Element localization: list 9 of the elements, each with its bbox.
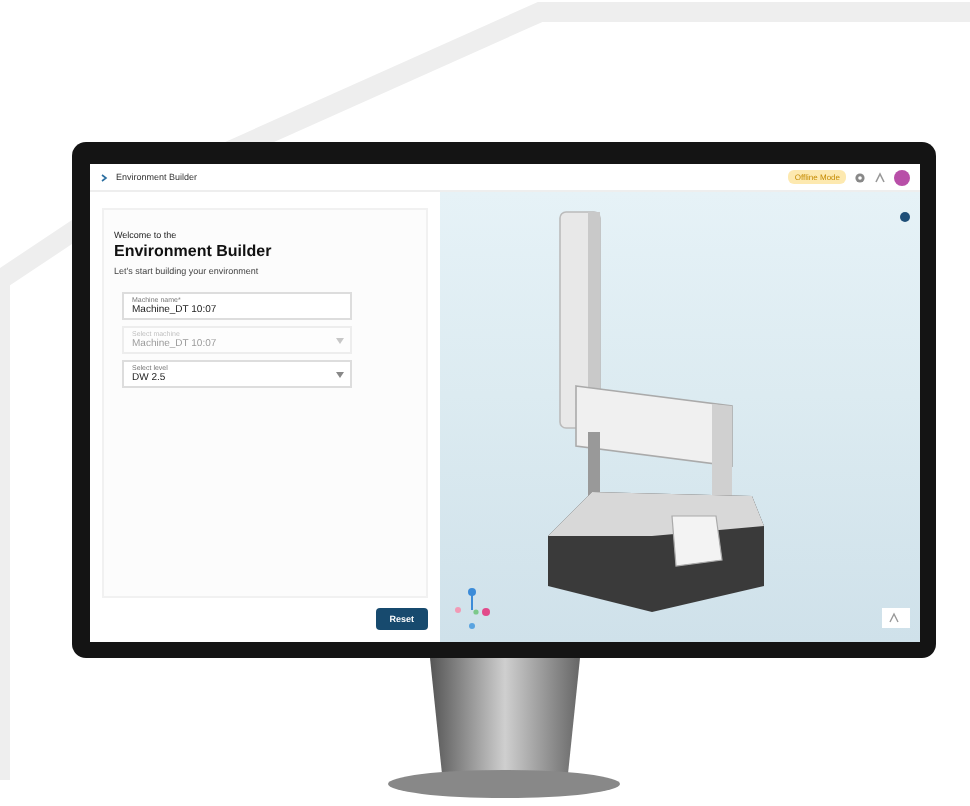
gear-icon[interactable] — [854, 171, 866, 183]
caret-icon — [336, 372, 344, 378]
avatar-icon[interactable] — [894, 169, 910, 185]
dot-icon — [900, 212, 910, 222]
panel-title: Environment Builder — [114, 242, 274, 260]
3d-viewport[interactable] — [440, 192, 920, 642]
chevron-icon[interactable] — [100, 173, 108, 181]
caret-icon — [336, 338, 344, 344]
axis-gizmo-icon[interactable] — [452, 586, 492, 630]
